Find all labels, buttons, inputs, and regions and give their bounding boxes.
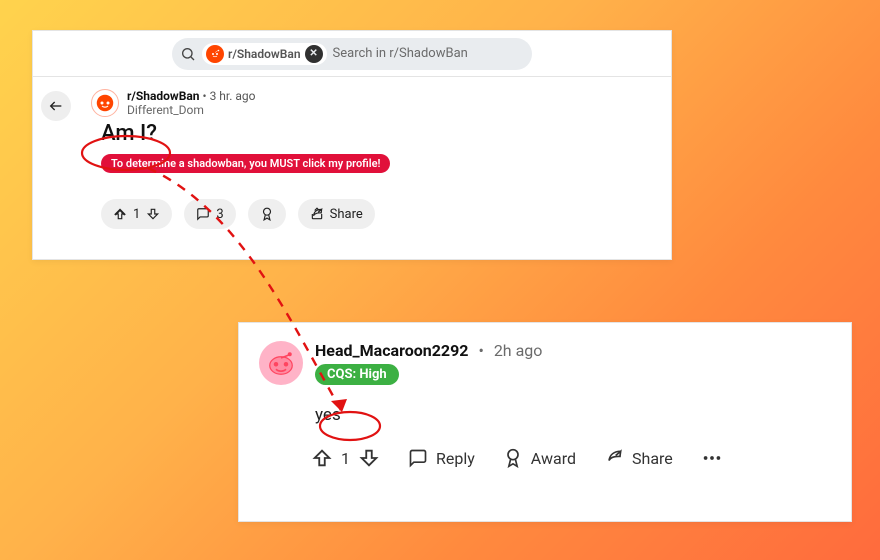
downvote-icon[interactable] — [358, 447, 380, 469]
post-author-link[interactable]: Different_Dom — [127, 103, 256, 117]
snoo-icon — [96, 94, 114, 112]
post-header: r/ShadowBan • 3 hr. ago Different_Dom — [91, 89, 653, 117]
vote-pill: 1 — [101, 199, 172, 229]
post-body: r/ShadowBan • 3 hr. ago Different_Dom Am… — [33, 77, 671, 229]
post-age: 3 hr. ago — [210, 89, 256, 103]
upvote-icon[interactable] — [311, 447, 333, 469]
comment-award-button[interactable]: Award — [503, 448, 576, 468]
separator-dot: • — [203, 89, 207, 103]
share-label: Share — [330, 207, 363, 222]
chip-close-icon[interactable]: ✕ — [305, 45, 323, 63]
comment-icon — [408, 448, 428, 468]
share-label: Share — [632, 449, 673, 468]
comment-card: Head_Macaroon2292 • 2h ago CQS: High yes… — [238, 322, 852, 522]
post-card: r/ShadowBan ✕ Search in r/ShadowBan r/Sh… — [32, 30, 672, 260]
downvote-icon[interactable] — [146, 207, 160, 221]
comments-button[interactable]: 3 — [184, 199, 235, 229]
reddit-icon — [206, 45, 224, 63]
separator-dot: • — [478, 341, 483, 360]
comment-share-button[interactable]: Share — [604, 448, 673, 468]
comment-icon — [196, 207, 210, 221]
vote-score: 1 — [133, 207, 140, 222]
award-button[interactable] — [248, 199, 286, 229]
comment-more-button[interactable] — [701, 447, 723, 469]
share-button[interactable]: Share — [298, 199, 375, 229]
post-subreddit-link[interactable]: r/ShadowBan — [127, 89, 200, 103]
search-input[interactable]: r/ShadowBan ✕ Search in r/ShadowBan — [172, 38, 532, 70]
snoo-icon — [266, 348, 296, 378]
back-button[interactable] — [41, 91, 71, 121]
comment-header: Head_Macaroon2292 • 2h ago CQS: High — [259, 341, 831, 385]
comment-body: yes — [315, 405, 831, 425]
comment-vote-score: 1 — [341, 449, 350, 468]
comments-count: 3 — [216, 207, 223, 222]
comment-avatar[interactable] — [259, 341, 303, 385]
search-placeholder: Search in r/ShadowBan — [333, 46, 468, 61]
comment-user-flair: CQS: High — [315, 364, 399, 385]
comment-vote-group: 1 — [311, 447, 380, 469]
comment-age: 2h ago — [494, 341, 543, 360]
upvote-icon[interactable] — [113, 207, 127, 221]
subreddit-avatar[interactable] — [91, 89, 119, 117]
share-icon — [310, 207, 324, 221]
post-action-bar: 1 3 Share — [101, 199, 653, 229]
reply-label: Reply — [436, 449, 475, 468]
award-icon — [503, 448, 523, 468]
share-icon — [604, 448, 624, 468]
post-flair[interactable]: To determine a shadowban, you MUST click… — [101, 154, 390, 173]
comment-username-link[interactable]: Head_Macaroon2292 — [315, 341, 468, 360]
comment-reply-button[interactable]: Reply — [408, 448, 475, 468]
comment-action-bar: 1 Reply Award Share — [311, 447, 831, 469]
more-horizontal-icon — [701, 447, 723, 469]
search-subreddit-chip[interactable]: r/ShadowBan ✕ — [202, 43, 327, 65]
award-icon — [260, 207, 274, 221]
search-icon — [180, 46, 196, 62]
searchbar-row: r/ShadowBan ✕ Search in r/ShadowBan — [33, 31, 671, 77]
post-title: Am I? — [101, 121, 653, 146]
award-label: Award — [531, 449, 576, 468]
arrow-left-icon — [48, 98, 64, 114]
search-chip-label: r/ShadowBan — [228, 47, 301, 61]
